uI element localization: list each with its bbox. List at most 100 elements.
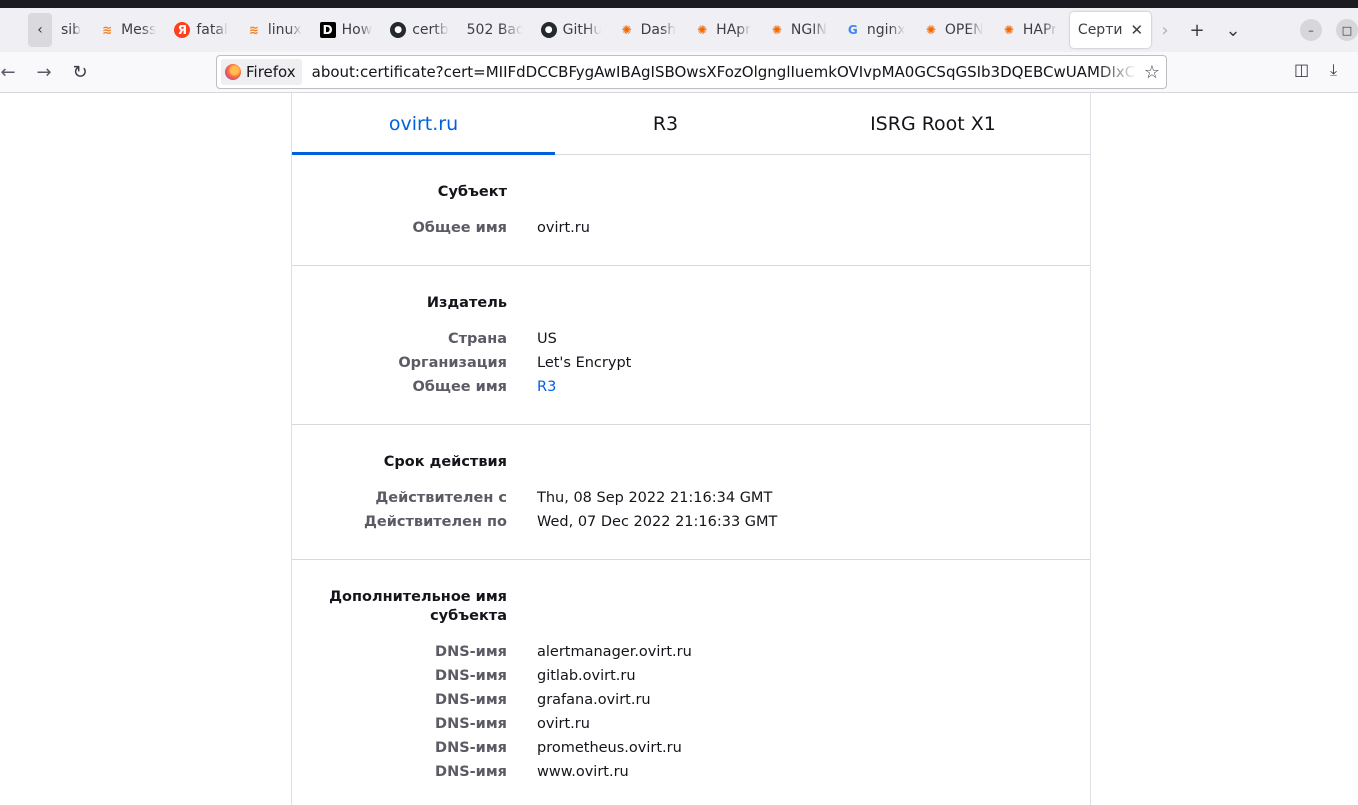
chevron-left-icon: ‹ [37, 22, 43, 38]
info-row: Страна US [292, 327, 1090, 351]
download-icon[interactable]: ⤓ [1330, 60, 1337, 80]
tab-label: 502 Bad [466, 22, 523, 38]
browser-tab[interactable]: 502 Bad [458, 12, 532, 48]
bookmark-star-icon[interactable]: ☆ [1144, 62, 1160, 83]
firefox-icon [225, 64, 241, 80]
browser-tab[interactable]: ≋ linux [237, 12, 311, 48]
issuer-section: Издатель Страна US Организация Let's Encry… [292, 266, 1090, 425]
identity-label: Firefox [246, 63, 296, 81]
reload-button[interactable]: ↻ [62, 56, 98, 88]
info-row: DNS-имя ovirt.ru [292, 712, 1090, 736]
tab-isrg-root-x1[interactable]: ISRG Root X1 [776, 93, 1090, 154]
minimize-icon: – [1308, 23, 1314, 37]
arrow-left-icon: ← [0, 61, 16, 83]
github-icon: ● [390, 22, 407, 38]
github-icon: ● [540, 22, 557, 38]
tab-label: nginx [866, 22, 905, 38]
identity-box[interactable]: Firefox [221, 59, 302, 85]
minimize-window-button[interactable]: – [1300, 19, 1322, 41]
info-row: Действителен по Wed, 07 Dec 2022 21:16:33… [292, 510, 1090, 534]
tab-label: How [341, 22, 373, 38]
info-row: DNS-имя gitlab.ovirt.ru [292, 664, 1090, 688]
info-row: Организация Let's Encrypt [292, 351, 1090, 375]
row-key: DNS-имя [435, 644, 507, 660]
reload-icon: ↻ [72, 61, 88, 83]
subject-section: Субъект Общее имя ovirt.ru [292, 155, 1090, 266]
tab-label: linux [267, 22, 302, 38]
info-row: Действителен с Thu, 08 Sep 2022 21:16:34 … [292, 486, 1090, 510]
info-row: Общее имя R3 [292, 375, 1090, 399]
pocket-icon[interactable]: ◫ [1294, 60, 1309, 79]
tab-label: Mess [121, 22, 157, 38]
tab-scroll-right-button[interactable]: › [1151, 12, 1179, 48]
row-value: US [537, 331, 557, 347]
browser-tab[interactable]: ✺ HAPr [992, 12, 1066, 48]
browser-tab-active[interactable]: Серти ✕ [1069, 12, 1152, 48]
row-value: prometheus.ovirt.ru [537, 740, 682, 756]
row-value: grafana.ovirt.ru [537, 692, 651, 708]
dev-icon: D [319, 22, 336, 38]
row-key: Действителен с [375, 490, 507, 506]
section-title: Срок действия [383, 454, 507, 470]
browser-tab[interactable]: ✺ OPEN [914, 12, 992, 48]
chevron-right-icon: › [1161, 19, 1169, 41]
validity-section: Срок действия Действителен с Thu, 08 Sep … [292, 425, 1090, 560]
browser-tab[interactable]: ✺ NGIN [760, 12, 836, 48]
row-key: Общее имя [412, 220, 507, 236]
browser-tab[interactable]: ● certb [381, 12, 457, 48]
browser-tab[interactable]: ✺ Dash [610, 12, 686, 48]
issuer-link[interactable]: R3 [537, 375, 556, 399]
url-bar[interactable]: Firefox about:certificate?cert=MIIFdDCCB… [216, 55, 1167, 89]
browser-tab[interactable]: ≋ Mess [90, 12, 165, 48]
tab-label: sib [61, 22, 82, 38]
row-value: Thu, 08 Sep 2022 21:16:34 GMT [537, 490, 773, 506]
row-key: DNS-имя [435, 716, 507, 732]
chevron-down-icon: ⌄ [1225, 19, 1241, 41]
tab-label: fatal [196, 22, 228, 38]
subject-alt-names-section: Дополнительное имя субъекта DNS-имя alert… [292, 560, 1090, 784]
info-row: DNS-имя alertmanager.ovirt.ru [292, 640, 1090, 664]
row-key: DNS-имя [435, 668, 507, 684]
maximize-window-button[interactable]: □ [1336, 19, 1358, 41]
browser-tab[interactable]: sib [52, 12, 90, 48]
list-all-tabs-button[interactable]: ⌄ [1215, 12, 1251, 48]
browser-tab[interactable]: Яfatal [165, 12, 236, 48]
row-key: DNS-имя [435, 764, 507, 780]
close-tab-icon[interactable]: ✕ [1130, 21, 1143, 39]
row-value: ovirt.ru [537, 220, 590, 236]
arrow-right-icon: → [36, 61, 52, 83]
tab-label: NGIN [790, 22, 827, 38]
row-value: www.ovirt.ru [537, 764, 629, 780]
browser-tab[interactable]: D How [311, 12, 382, 48]
grafana-icon: ✺ [925, 23, 936, 37]
row-key: Общее имя [412, 379, 507, 395]
url-input[interactable]: about:certificate?cert=MIIFdDCCBFygAwIBA… [312, 63, 1137, 81]
tab-label: certb [412, 22, 449, 38]
plus-icon: + [1189, 19, 1205, 41]
tab-ovirt-ru[interactable]: ovirt.ru [292, 93, 555, 155]
tab-r3[interactable]: R3 [555, 93, 776, 154]
row-value: Wed, 07 Dec 2022 21:16:33 GMT [537, 514, 778, 530]
system-top-bar [0, 0, 1358, 8]
grafana-icon: ✺ [621, 23, 632, 37]
row-value: alertmanager.ovirt.ru [537, 644, 692, 660]
row-key: Действителен по [364, 514, 507, 530]
forward-button[interactable]: → [26, 56, 62, 88]
new-tab-button[interactable]: + [1179, 12, 1215, 48]
row-key: Организация [398, 355, 507, 371]
google-icon: G [847, 23, 858, 37]
browser-tab[interactable]: Gnginx [836, 12, 914, 48]
tab-strip: ‹ sib ≋ Mess Яfatal ≋ linux D How ● certb 50… [0, 8, 1358, 52]
browser-tab[interactable]: ✺ HApr [685, 12, 760, 48]
tab-label: HAPr [1022, 22, 1057, 38]
tab-label: Dash [640, 22, 677, 38]
section-title: Субъект [437, 184, 507, 200]
row-value: ovirt.ru [537, 716, 590, 732]
tab-label: Серти [1077, 22, 1123, 38]
yandex-icon: Я [174, 22, 191, 38]
tab-scroll-left-button[interactable]: ‹ [28, 13, 52, 47]
tab-label: HApr [716, 22, 751, 38]
maximize-icon: □ [1341, 23, 1353, 37]
browser-tab[interactable]: ● GitHu [532, 12, 610, 48]
back-button[interactable]: ← [0, 56, 26, 88]
